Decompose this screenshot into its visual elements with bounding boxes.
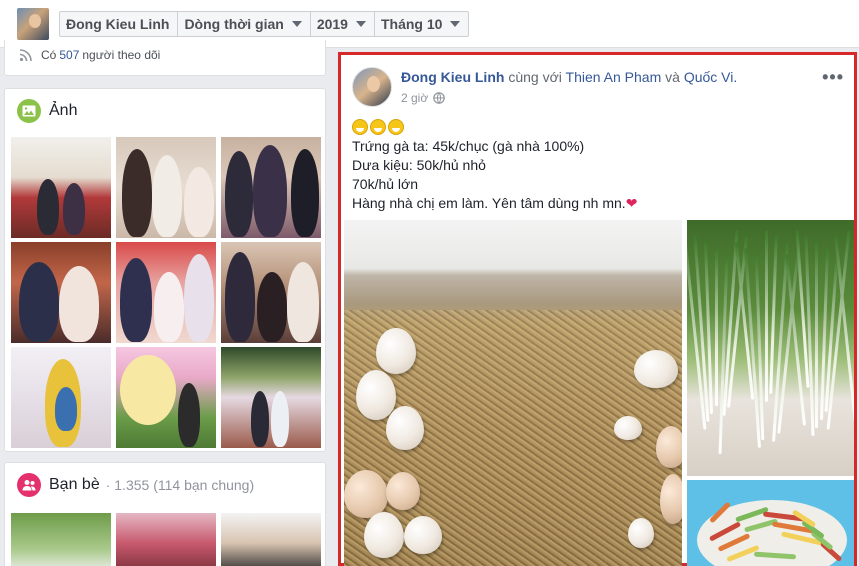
post-and-text: và — [665, 69, 680, 85]
friends-header[interactable]: Bạn bè · 1.355 (114 bạn chung) — [17, 473, 254, 497]
egg — [634, 350, 678, 388]
timeline-breadcrumb: Đong Kieu Linh Dòng thời gian 2019 Tháng… — [59, 11, 470, 37]
photos-header[interactable]: Ảnh — [17, 99, 77, 123]
egg — [656, 426, 682, 468]
followers-prefix: Có — [41, 48, 57, 62]
photos-card: Ảnh — [4, 88, 326, 452]
friend-thumbnail[interactable] — [116, 513, 216, 566]
photo-icon — [17, 99, 41, 123]
photos-grid — [11, 137, 323, 448]
more-icon[interactable]: ••• — [822, 67, 844, 88]
photo-thumbnail[interactable] — [11, 242, 111, 343]
photo-thumbnail[interactable] — [11, 137, 111, 238]
egg — [376, 328, 416, 374]
highlighted-post: Đong Kieu Linh cùng với Thien An Pham và… — [338, 52, 857, 566]
photo-thumbnail[interactable] — [221, 347, 321, 448]
post-header: Đong Kieu Linh cùng với Thien An Pham và… — [401, 69, 737, 85]
post-photo-pickles[interactable] — [687, 480, 854, 566]
tagged-friend-link[interactable]: Quốc Vi. — [684, 69, 737, 85]
post-line: Trứng gà ta: 45k/chục (gà nhà 100%) — [352, 138, 585, 154]
tagged-friend-link[interactable]: Thien An Pham — [566, 69, 662, 85]
photo-thumbnail[interactable] — [221, 137, 321, 238]
heart-icon: ❤ — [625, 195, 638, 211]
profile-avatar[interactable] — [17, 8, 49, 40]
caret-down-icon — [355, 21, 366, 27]
photo-thumbnail[interactable] — [116, 137, 216, 238]
post-photo-scallions[interactable] — [687, 220, 854, 476]
globe-icon — [433, 92, 446, 104]
crumb-timeline[interactable]: Dòng thời gian — [178, 12, 311, 36]
post-line: 70k/hủ lớn — [352, 176, 419, 192]
crumb-profile[interactable]: Đong Kieu Linh — [60, 12, 179, 36]
friend-thumbnail[interactable] — [221, 513, 321, 566]
egg — [628, 518, 654, 548]
rss-icon — [19, 49, 32, 62]
scallion-stalk — [765, 230, 768, 402]
post-body: Trứng gà ta: 45k/chục (gà nhà 100%) Dưa … — [352, 117, 637, 213]
friends-grid — [11, 513, 321, 566]
egg — [364, 512, 404, 558]
friend-thumbnail[interactable] — [11, 513, 111, 566]
scallion-stalk — [804, 236, 815, 436]
post-line: Dưa kiệu: 50k/hủ nhỏ — [352, 157, 486, 173]
photo-thumbnail[interactable] — [11, 347, 111, 448]
post-timestamp[interactable]: 2 giờ — [401, 91, 428, 105]
emoji-row — [352, 117, 637, 137]
post-meta: 2 giờ — [401, 91, 446, 105]
egg — [386, 406, 424, 450]
post-line: Hàng nhà chị em làm. Yên tâm dùng nh mn. — [352, 195, 626, 211]
friends-icon — [17, 473, 41, 497]
friends-count: · 1.355 (114 bạn chung) — [105, 477, 255, 493]
crumb-label: 2019 — [316, 16, 348, 32]
photos-title: Ảnh — [49, 102, 78, 119]
egg — [344, 470, 388, 518]
post-photo-eggs[interactable] — [344, 220, 682, 566]
photo-thumbnail[interactable] — [116, 347, 216, 448]
post-with-text: cùng với — [508, 69, 562, 85]
grin-emoji-icon — [388, 119, 404, 135]
crumb-label: Đong Kieu Linh — [66, 16, 170, 32]
friends-title: Bạn bè — [49, 476, 100, 493]
post-author-avatar[interactable] — [352, 67, 392, 107]
post-author-link[interactable]: Đong Kieu Linh — [401, 69, 504, 85]
crumb-label: Dòng thời gian — [184, 16, 284, 32]
egg — [660, 474, 682, 524]
crumb-label: Tháng 10 — [380, 16, 443, 32]
followers-row: Có 507 người theo dõi — [19, 48, 160, 62]
caret-down-icon — [450, 21, 461, 27]
followers-count-link[interactable]: 507 — [59, 48, 79, 62]
grin-emoji-icon — [370, 119, 386, 135]
followers-card: Có 507 người theo dõi — [4, 40, 326, 76]
scallion-stalk — [714, 248, 718, 406]
egg — [356, 370, 396, 420]
caret-down-icon — [291, 21, 302, 27]
scallion-stalk — [815, 242, 819, 428]
followers-suffix: người theo dõi — [82, 48, 161, 62]
egg — [614, 416, 642, 440]
photo-thumbnail[interactable] — [116, 242, 216, 343]
photo-thumbnail[interactable] — [221, 242, 321, 343]
crumb-year[interactable]: 2019 — [311, 12, 375, 36]
egg — [404, 516, 442, 554]
post-line-last: Hàng nhà chị em làm. Yên tâm dùng nh mn.… — [352, 194, 637, 213]
grin-emoji-icon — [352, 119, 368, 135]
crumb-month[interactable]: Tháng 10 — [375, 12, 468, 36]
friends-card: Bạn bè · 1.355 (114 bạn chung) — [4, 462, 326, 566]
egg — [386, 472, 420, 510]
